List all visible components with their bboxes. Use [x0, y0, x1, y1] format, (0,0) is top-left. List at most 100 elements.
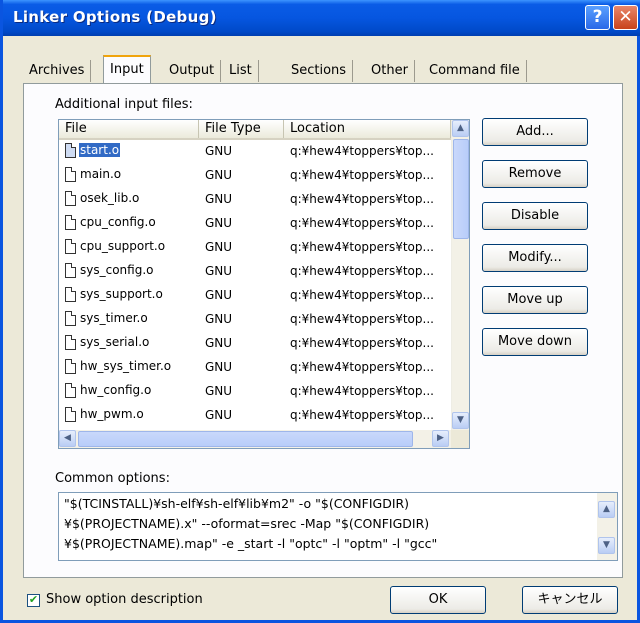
options-scroll-up-button[interactable]: ▲ — [598, 501, 615, 518]
common-options-scrollbar[interactable]: ▲ ▼ — [597, 493, 617, 560]
chevron-down-icon: ▼ — [603, 540, 610, 550]
list-header: File File Type Location — [59, 120, 451, 140]
cell-location: q:¥hew4¥toppers¥top... — [290, 360, 434, 374]
table-row[interactable]: sys_timer.o GNU q:¥hew4¥toppers¥top... — [59, 308, 451, 332]
move-down-button[interactable]: Move down — [482, 328, 588, 356]
scroll-up-button[interactable]: ▲ — [452, 120, 469, 137]
file-name: sys_serial.o — [80, 335, 150, 349]
cell-file-type: GNU — [205, 312, 233, 326]
cell-file: hw_config.o — [59, 380, 199, 404]
disable-button[interactable]: Disable — [482, 202, 588, 230]
file-icon — [65, 239, 76, 254]
close-icon: ✕ — [618, 7, 633, 27]
cell-location: q:¥hew4¥toppers¥top... — [290, 312, 434, 326]
cell-file: hw_sys_timer.o — [59, 356, 199, 380]
add-button[interactable]: Add... — [482, 118, 588, 146]
tab-sections[interactable]: Sections — [285, 60, 354, 82]
common-options-label: Common options: — [55, 471, 170, 486]
table-row[interactable]: hw_sys_timer.o GNU q:¥hew4¥toppers¥top... — [59, 356, 451, 380]
file-name: start.o — [79, 143, 121, 157]
file-icon — [65, 143, 76, 158]
cell-location: q:¥hew4¥toppers¥top... — [290, 384, 434, 398]
input-files-list[interactable]: File File Type Location start.o GNU q:¥hew… — [58, 119, 470, 449]
cell-file: cpu_config.o — [59, 212, 199, 236]
cell-file-type: GNU — [205, 192, 233, 206]
file-name: hw_sys_timer.o — [80, 359, 172, 373]
tab-archives[interactable]: Archives — [23, 60, 92, 82]
scroll-thumb[interactable] — [453, 139, 469, 239]
tab-command-file[interactable]: Command file — [423, 60, 527, 82]
table-row[interactable]: hw_config.o GNU q:¥hew4¥toppers¥top... — [59, 380, 451, 404]
cell-location: q:¥hew4¥toppers¥top... — [290, 240, 434, 254]
options-scroll-down-button[interactable]: ▼ — [598, 537, 615, 554]
file-icon — [65, 407, 76, 422]
show-description-label[interactable]: Show option description — [46, 592, 203, 607]
cell-location: q:¥hew4¥toppers¥top... — [290, 408, 434, 422]
horizontal-scroll-thumb[interactable] — [78, 431, 413, 447]
move-up-button[interactable]: Move up — [482, 286, 588, 314]
table-row[interactable]: sys_serial.o GNU q:¥hew4¥toppers¥top... — [59, 332, 451, 356]
scroll-left-button[interactable]: ◀ — [59, 430, 76, 447]
file-icon — [65, 263, 76, 278]
cancel-button[interactable]: キャンセル — [522, 586, 618, 614]
show-description-checkbox[interactable]: ✔ — [27, 594, 40, 607]
tab-list[interactable]: List — [223, 60, 259, 82]
additional-input-files-label: Additional input files: — [55, 97, 193, 112]
file-name: cpu_support.o — [80, 239, 166, 253]
cell-location: q:¥hew4¥toppers¥top... — [290, 216, 434, 230]
chevron-up-icon: ▲ — [457, 123, 464, 133]
file-name: sys_timer.o — [80, 311, 148, 325]
tab-other[interactable]: Other — [365, 60, 415, 82]
cell-file-type: GNU — [205, 288, 233, 302]
modify-button[interactable]: Modify... — [482, 244, 588, 272]
list-vertical-scrollbar[interactable]: ▲ ▼ — [451, 120, 469, 430]
file-name: sys_support.o — [80, 287, 163, 301]
cell-location: q:¥hew4¥toppers¥top... — [290, 192, 434, 206]
scroll-right-button[interactable]: ▶ — [432, 430, 449, 447]
close-button[interactable]: ✕ — [613, 5, 638, 30]
chevron-up-icon: ▲ — [603, 504, 610, 514]
column-header-file[interactable]: File — [59, 120, 199, 138]
common-options-textbox[interactable]: "$(TCINSTALL)¥sh-elf¥sh-elf¥lib¥m2" -o "… — [58, 492, 618, 561]
cell-file: sys_support.o — [59, 284, 199, 308]
question-icon: ? — [592, 7, 603, 27]
tab-output[interactable]: Output — [163, 60, 222, 82]
file-name: osek_lib.o — [80, 191, 140, 205]
file-icon — [65, 287, 76, 302]
file-icon — [65, 215, 76, 230]
title-bar[interactable]: Linker Options (Debug) ? ✕ — [3, 0, 640, 36]
scroll-corner — [451, 430, 469, 448]
cell-file-type: GNU — [205, 408, 233, 422]
column-header-location[interactable]: Location — [284, 120, 451, 138]
chevron-left-icon: ◀ — [64, 433, 71, 443]
table-row[interactable]: start.o GNU q:¥hew4¥toppers¥top... — [59, 140, 451, 164]
file-name: main.o — [80, 167, 122, 181]
table-row[interactable]: sys_config.o GNU q:¥hew4¥toppers¥top... — [59, 260, 451, 284]
table-row[interactable]: cpu_support.o GNU q:¥hew4¥toppers¥top... — [59, 236, 451, 260]
tab-strip: Archives Input Output List Sections Othe… — [23, 55, 623, 85]
scroll-down-button[interactable]: ▼ — [452, 412, 469, 429]
column-header-file-type[interactable]: File Type — [199, 120, 284, 138]
list-horizontal-scrollbar[interactable]: ◀ ▶ — [59, 430, 451, 448]
ok-button[interactable]: OK — [390, 586, 486, 614]
help-button[interactable]: ? — [585, 5, 610, 30]
remove-button[interactable]: Remove — [482, 160, 588, 188]
file-icon — [65, 383, 76, 398]
common-options-line-1: "$(TCINSTALL)¥sh-elf¥sh-elf¥lib¥m2" -o "… — [64, 496, 410, 511]
chevron-right-icon: ▶ — [437, 433, 444, 443]
cell-location: q:¥hew4¥toppers¥top... — [290, 336, 434, 350]
tab-input[interactable]: Input — [103, 55, 151, 83]
table-row[interactable]: cpu_config.o GNU q:¥hew4¥toppers¥top... — [59, 212, 451, 236]
file-icon — [65, 335, 76, 350]
cell-file-type: GNU — [205, 384, 233, 398]
table-row[interactable]: hw_pwm.o GNU q:¥hew4¥toppers¥top... — [59, 404, 451, 428]
cell-file: main.o — [59, 164, 199, 188]
table-row[interactable]: osek_lib.o GNU q:¥hew4¥toppers¥top... — [59, 188, 451, 212]
table-row[interactable]: sys_support.o GNU q:¥hew4¥toppers¥top... — [59, 284, 451, 308]
file-icon — [65, 167, 76, 182]
file-name: sys_config.o — [80, 263, 154, 277]
common-options-line-2: ¥$(PROJECTNAME).x" --oformat=srec -Map "… — [64, 516, 430, 531]
checkmark-icon: ✔ — [28, 593, 39, 606]
cell-location: q:¥hew4¥toppers¥top... — [290, 264, 434, 278]
table-row[interactable]: main.o GNU q:¥hew4¥toppers¥top... — [59, 164, 451, 188]
